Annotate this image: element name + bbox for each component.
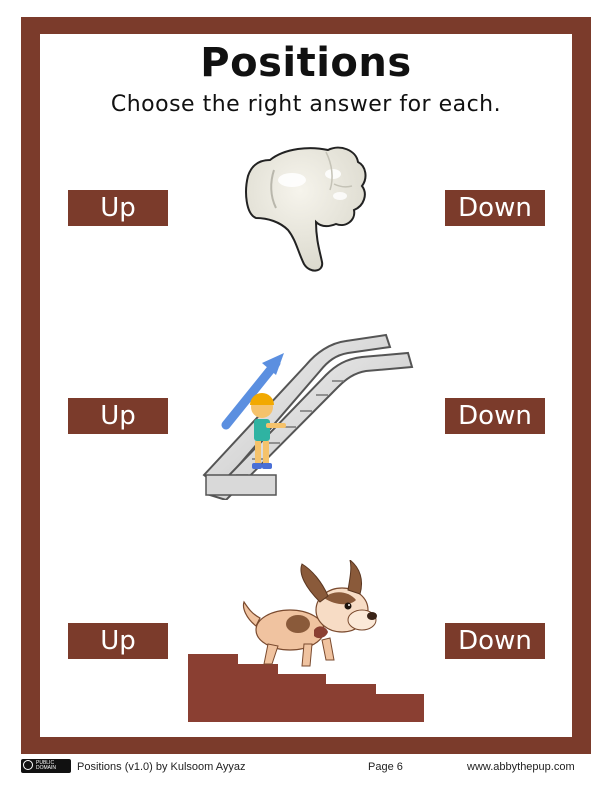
- footer-website-link[interactable]: www.abbythepup.com: [467, 761, 575, 773]
- dog-icon: [242, 560, 377, 667]
- footer-page-number: Page 6: [368, 761, 403, 773]
- page-title: Positions: [200, 40, 412, 86]
- q2-up-button[interactable]: Up: [68, 398, 168, 434]
- dog-climbing-stairs-icon: [188, 560, 424, 722]
- escalator-up-icon: [202, 333, 414, 500]
- q2-down-button[interactable]: Down: [445, 398, 545, 434]
- q1-up-button[interactable]: Up: [68, 190, 168, 226]
- thumbs-down-icon: [245, 146, 367, 272]
- q1-down-button[interactable]: Down: [445, 190, 545, 226]
- footer-credit: Positions (v1.0) by Kulsoom Ayyaz: [77, 761, 246, 773]
- q3-down-button[interactable]: Down: [445, 623, 545, 659]
- footer: Positions (v1.0) by Kulsoom Ayyaz Page 6…: [0, 759, 612, 779]
- instruction-text: Choose the right answer for each.: [110, 92, 502, 117]
- q3-up-button[interactable]: Up: [68, 623, 168, 659]
